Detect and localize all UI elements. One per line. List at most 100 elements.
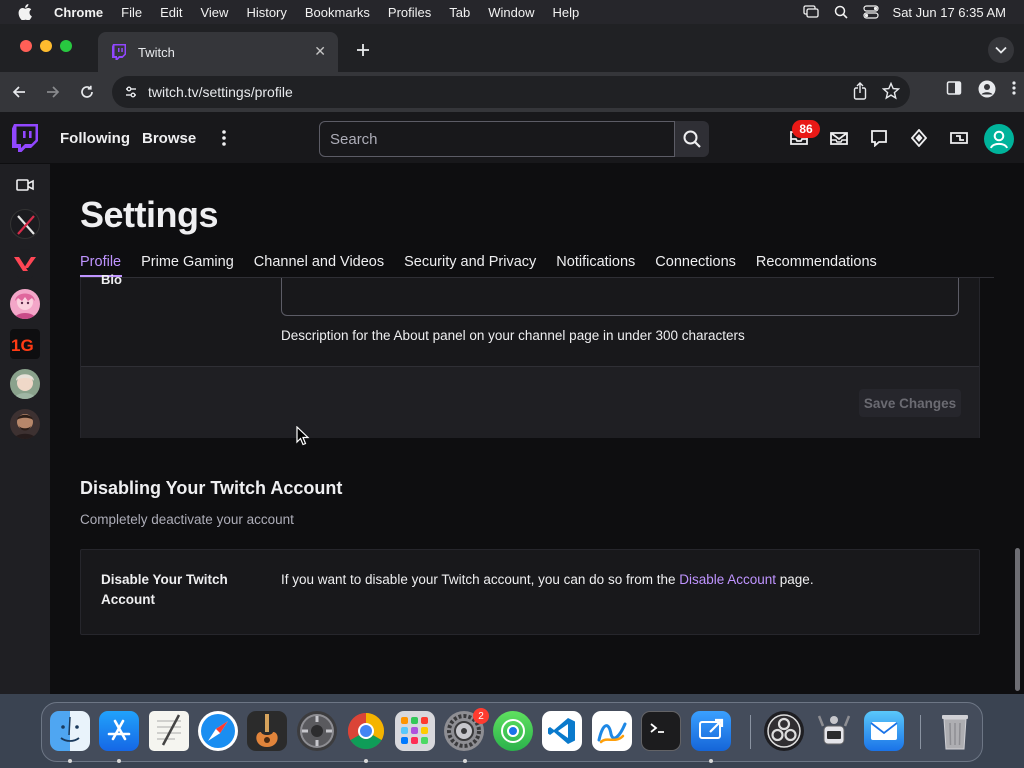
save-changes-button[interactable]: Save Changes — [859, 389, 961, 417]
bio-label: Bio — [101, 272, 122, 287]
profile-settings-card: Bio Description for the About panel on y… — [80, 272, 980, 438]
whispers-chat-icon[interactable] — [867, 126, 891, 150]
browser-tab-strip: Twitch ✕ — [0, 24, 1024, 72]
menu-window[interactable]: Window — [479, 5, 543, 20]
tab-profile[interactable]: Profile — [80, 254, 121, 270]
search-button[interactable] — [675, 121, 709, 157]
menu-history[interactable]: History — [237, 5, 295, 20]
dock-launchpad-icon[interactable] — [395, 711, 435, 751]
save-bar: Save Changes — [81, 366, 979, 438]
dock-obs-icon[interactable] — [764, 711, 804, 751]
dock-find-my-icon[interactable] — [493, 711, 533, 751]
dock-running-indicator — [463, 759, 467, 763]
dock-garageband-icon[interactable] — [247, 711, 287, 751]
prime-crown-icon[interactable] — [907, 126, 931, 150]
bio-textarea[interactable] — [281, 278, 959, 316]
channel-avatar[interactable]: 1G — [10, 329, 40, 359]
dock-app-store-icon[interactable] — [99, 711, 139, 751]
site-info-icon[interactable] — [124, 85, 138, 99]
disable-section-subtitle: Completely deactivate your account — [80, 512, 294, 527]
tab-prime-gaming[interactable]: Prime Gaming — [141, 254, 234, 270]
notifications-count-badge: 86 — [792, 120, 820, 138]
channel-avatar[interactable] — [10, 369, 40, 399]
menu-help[interactable]: Help — [544, 5, 589, 20]
tab-recommendations[interactable]: Recommendations — [756, 254, 877, 270]
dock-mail-icon[interactable] — [864, 711, 904, 751]
menu-bookmarks[interactable]: Bookmarks — [296, 5, 379, 20]
dock-chrome-icon[interactable] — [346, 711, 386, 751]
address-bar[interactable]: twitch.tv/settings/profile — [112, 76, 910, 108]
menu-view[interactable]: View — [191, 5, 237, 20]
side-panel-icon[interactable] — [946, 80, 962, 103]
system-preferences-badge: 2 — [473, 708, 489, 724]
tab-search-chevron-icon[interactable] — [988, 37, 1014, 63]
mail-inbox-icon[interactable] — [827, 126, 851, 150]
window-minimize-button[interactable] — [40, 40, 52, 52]
channel-avatar[interactable] — [10, 249, 40, 279]
spotlight-search-icon[interactable] — [833, 4, 849, 20]
dock-terminal-icon[interactable] — [641, 711, 681, 751]
window-zoom-button[interactable] — [60, 40, 72, 52]
dock-running-indicator — [709, 759, 713, 763]
apple-menu-icon[interactable] — [18, 4, 34, 20]
dock-vscode-icon[interactable] — [542, 711, 582, 751]
dock-trash-icon[interactable] — [935, 711, 975, 751]
settings-main-panel: Settings Profile Prime Gaming Channel an… — [50, 164, 1024, 694]
window-close-button[interactable] — [20, 40, 32, 52]
menu-tab[interactable]: Tab — [440, 5, 479, 20]
forward-arrow-icon[interactable] — [42, 81, 64, 103]
channel-avatar[interactable] — [10, 289, 40, 319]
share-icon[interactable] — [852, 82, 868, 103]
nav-following-link[interactable]: Following — [60, 112, 130, 164]
followed-video-camera-icon[interactable] — [16, 178, 34, 196]
twitch-favicon-icon — [112, 44, 128, 60]
tab-notifications[interactable]: Notifications — [556, 254, 635, 270]
page-title: Settings — [80, 194, 219, 235]
chrome-menu-kebab-icon[interactable] — [1012, 80, 1016, 103]
dock-compressor-icon[interactable] — [297, 711, 337, 751]
dock-separator — [920, 715, 921, 749]
mouse-pointer-icon — [296, 425, 310, 446]
channel-avatar[interactable] — [10, 209, 40, 239]
control-center-icon[interactable] — [862, 4, 879, 20]
url-text[interactable]: twitch.tv/settings/profile — [148, 84, 293, 100]
disable-section-title: Disabling Your Twitch Account — [80, 478, 343, 498]
dock-finder-icon[interactable] — [50, 711, 90, 751]
disable-text-after: page. — [776, 572, 814, 587]
dock-screen-sharing-icon[interactable] — [691, 711, 731, 751]
dock-running-indicator — [117, 759, 121, 763]
nav-browse-link[interactable]: Browse — [142, 112, 196, 164]
menu-clock[interactable]: Sat Jun 17 6:35 AM — [893, 5, 1006, 20]
browser-tab-twitch[interactable]: Twitch ✕ — [98, 32, 338, 72]
more-kebab-icon[interactable] — [222, 112, 226, 164]
profile-icon[interactable] — [978, 80, 996, 103]
twitch-logo-icon[interactable] — [12, 124, 38, 152]
dock-safari-icon[interactable] — [198, 711, 238, 751]
disable-account-label: Disable Your Twitch Account — [101, 572, 228, 607]
channel-avatar[interactable] — [10, 409, 40, 439]
page-scrollbar-thumb[interactable] — [1015, 548, 1020, 691]
new-tab-button[interactable] — [350, 37, 376, 63]
screen-mirroring-icon[interactable] — [802, 4, 819, 20]
macos-menu-bar: Chrome File Edit View History Bookmarks … — [0, 0, 1024, 24]
disable-account-link[interactable]: Disable Account — [679, 572, 776, 587]
user-avatar[interactable] — [984, 124, 1014, 154]
search-icon — [683, 130, 701, 148]
search-input[interactable]: Search — [319, 121, 675, 157]
tab-connections[interactable]: Connections — [655, 254, 736, 270]
bits-get-icon[interactable] — [947, 126, 971, 150]
tab-security-and-privacy[interactable]: Security and Privacy — [404, 254, 536, 270]
menu-profiles[interactable]: Profiles — [379, 5, 440, 20]
reload-icon[interactable] — [76, 81, 98, 103]
dock-automator-icon[interactable] — [814, 711, 854, 751]
dock-freeform-icon[interactable] — [592, 711, 632, 751]
bookmark-star-icon[interactable] — [881, 81, 901, 103]
menu-app-name[interactable]: Chrome — [50, 5, 112, 20]
dock-textedit-icon[interactable] — [149, 711, 189, 751]
menu-edit[interactable]: Edit — [151, 5, 191, 20]
menu-file[interactable]: File — [112, 5, 151, 20]
tab-close-icon[interactable]: ✕ — [314, 43, 326, 60]
tab-channel-and-videos[interactable]: Channel and Videos — [254, 254, 384, 270]
followed-channels-rail: 1G — [0, 164, 50, 694]
back-arrow-icon[interactable] — [8, 81, 30, 103]
